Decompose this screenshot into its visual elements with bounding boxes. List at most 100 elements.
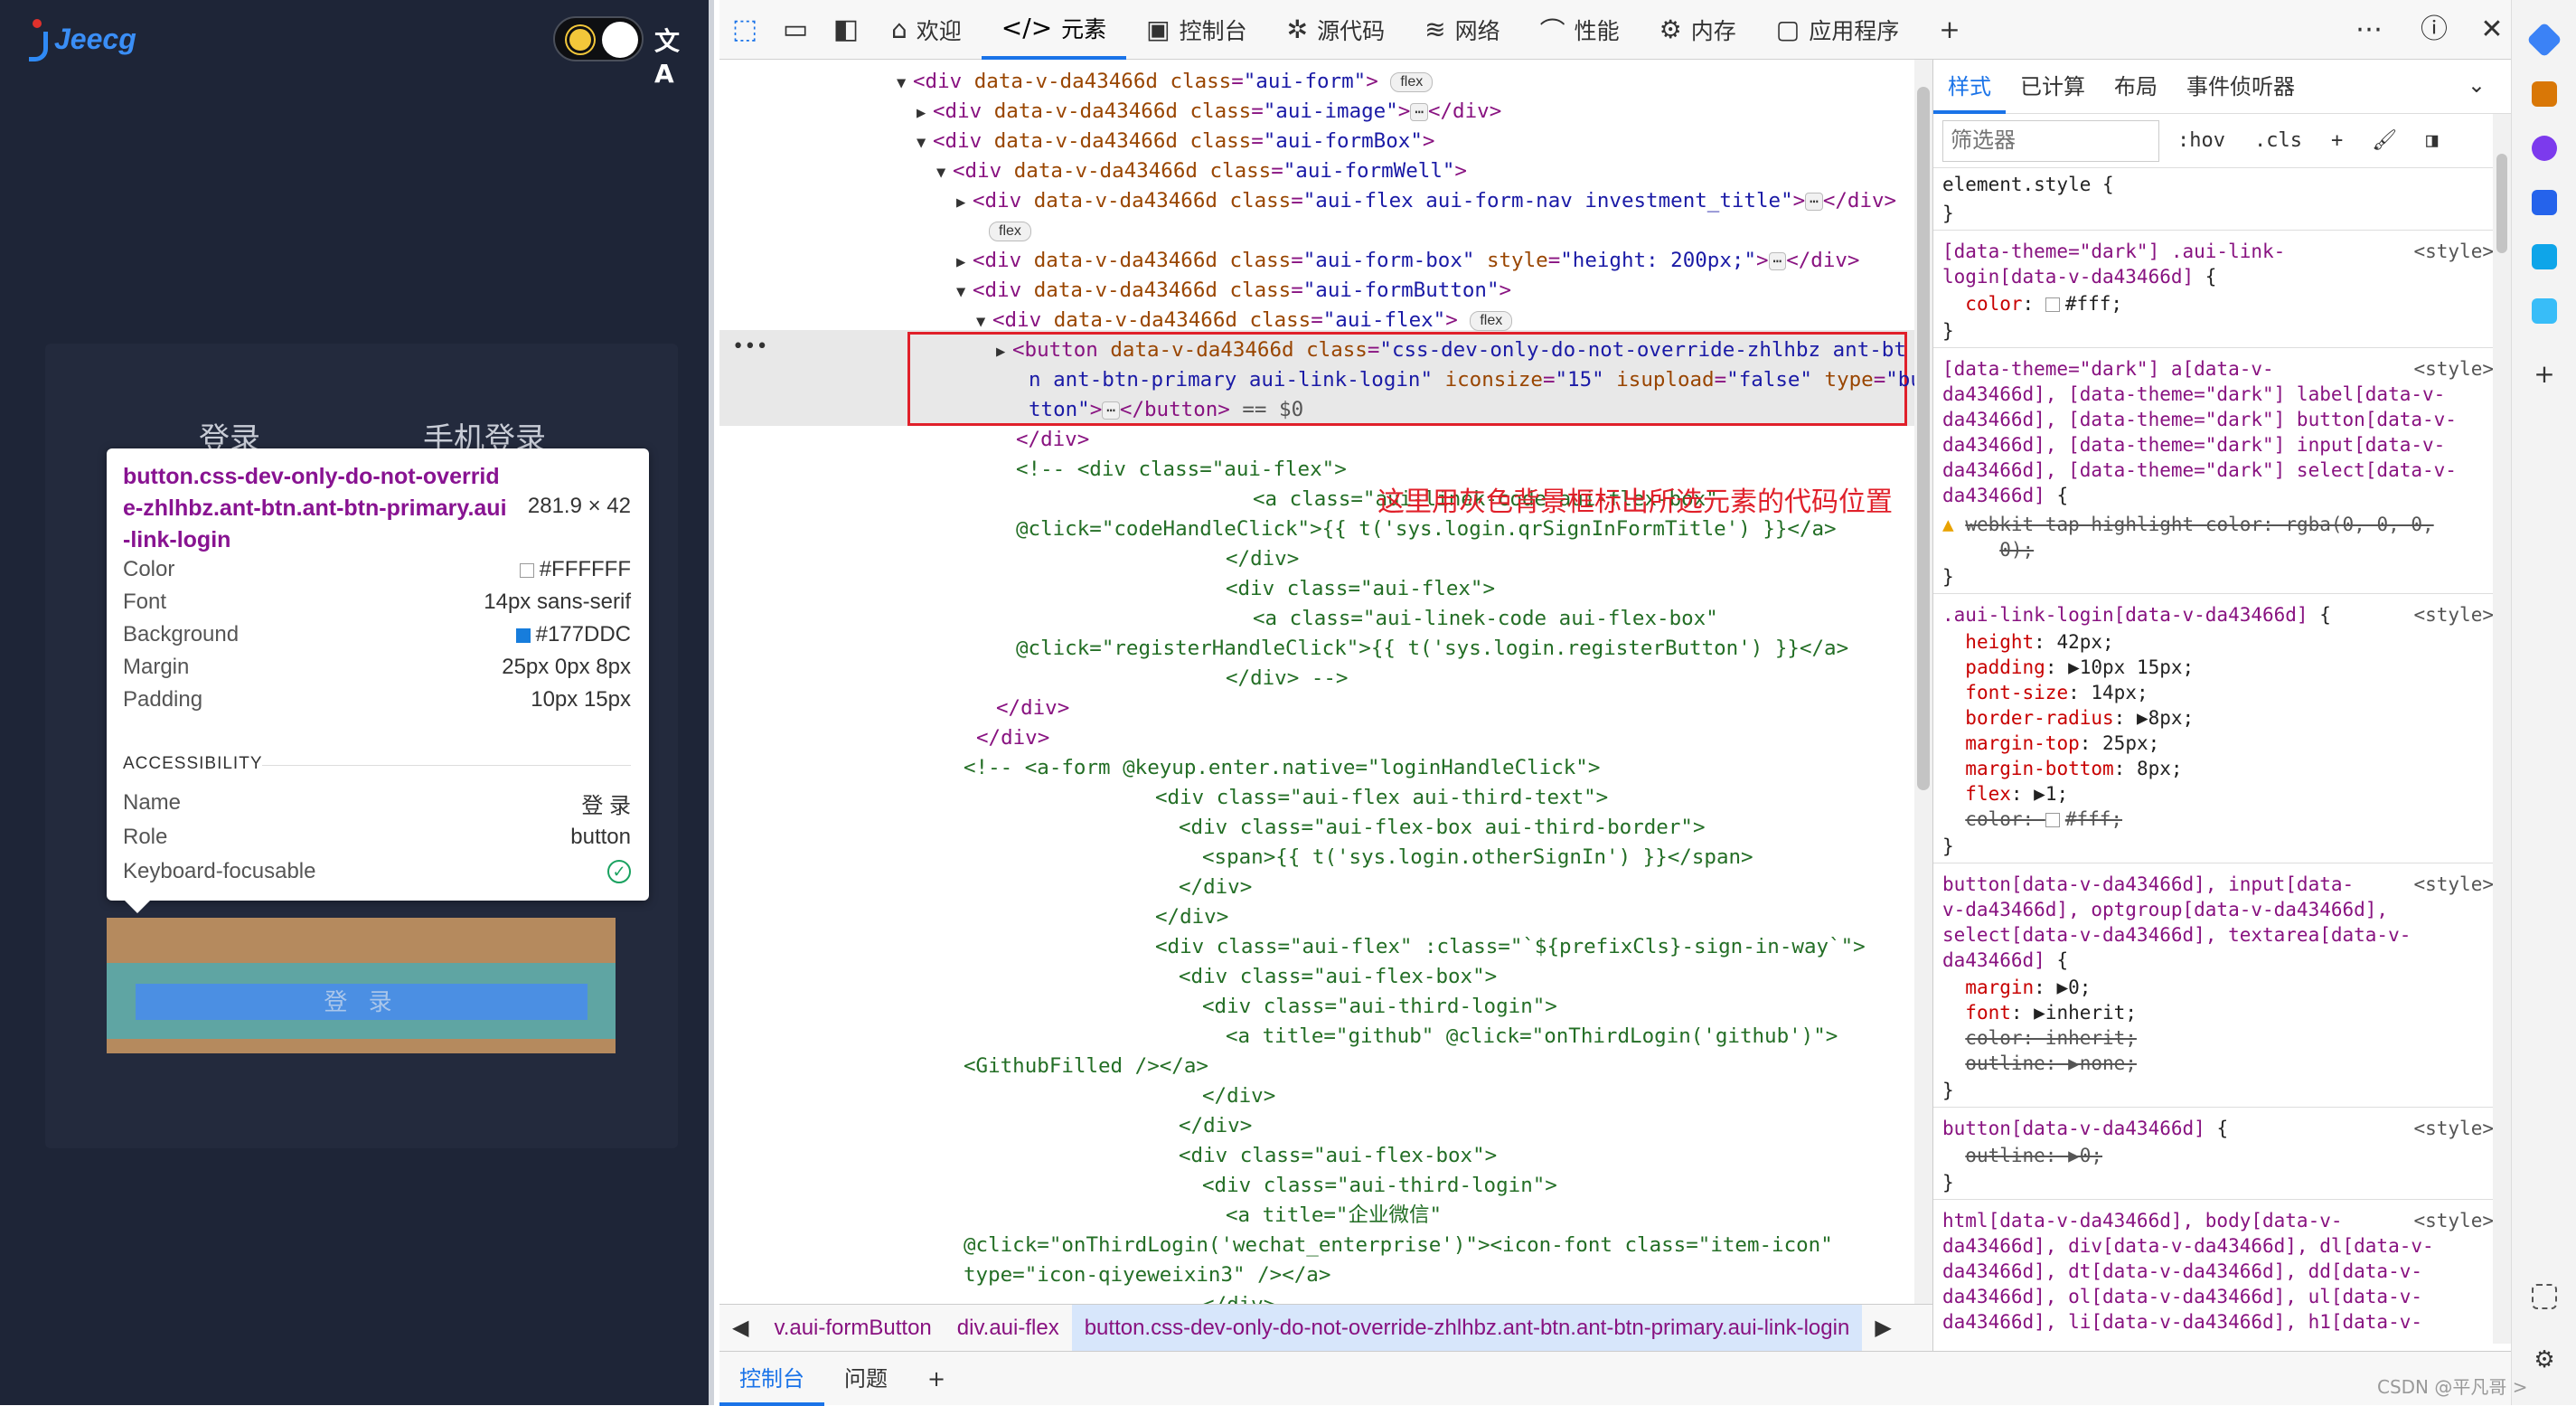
css-rule[interactable]: [data-theme="dark"] a[data-v-: [1942, 356, 2274, 382]
new-rule-icon[interactable]: +: [2320, 129, 2354, 152]
briefcase-icon[interactable]: [2532, 81, 2557, 107]
breadcrumb-scroll-right[interactable]: ▶: [1862, 1315, 1904, 1341]
screenshot-icon[interactable]: [2532, 1284, 2557, 1309]
tab-network[interactable]: ≋ 网络: [1405, 0, 1519, 60]
help-icon[interactable]: ⓘ: [2411, 0, 2457, 60]
selected-button-node[interactable]: ▶ <button data-v-da43466d class="css-dev-…: [996, 335, 1906, 365]
dom-node[interactable]: ▶ <div data-v-da43466d class="aui-form-bo…: [956, 246, 1859, 276]
tab-application[interactable]: ▢ 应用程序: [1756, 0, 1919, 60]
more-icon[interactable]: ⋯: [2346, 0, 2392, 60]
dom-node[interactable]: ▼ <div data-v-da43466d class="aui-formBut…: [956, 276, 1511, 306]
tooltip-row-background: Background #177DDC: [123, 622, 631, 646]
device-toggle-icon[interactable]: ▭: [770, 0, 821, 60]
style-source-link[interactable]: <style>: [2413, 356, 2494, 382]
elements-scroll-thumb[interactable]: [1917, 87, 1930, 790]
drawer-tab-issues[interactable]: 问题: [824, 1352, 907, 1406]
tab-elements[interactable]: </> 元素: [981, 0, 1127, 60]
paint-icon[interactable]: 🖌: [2361, 129, 2408, 152]
comment-node: <GithubFilled /></a>: [964, 1054, 1208, 1078]
translate-icon[interactable]: 文A: [654, 25, 687, 89]
style-source-link[interactable]: <style>: [2413, 1208, 2494, 1233]
comment-node: </div>: [1179, 1114, 1253, 1137]
login-button[interactable]: 登 录: [136, 984, 588, 1020]
css-rule[interactable]: button[data-v-da43466d] {: [1942, 1116, 2228, 1141]
tab-console[interactable]: ▣ 控制台: [1126, 0, 1266, 60]
flex-badge[interactable]: flex: [989, 216, 1031, 246]
style-source-link[interactable]: <style>: [2413, 602, 2494, 628]
annotation-text: 这里用灰色背景框标出所选元素的代码位置: [1377, 486, 1893, 518]
tab-sources[interactable]: ✲ 源代码: [1267, 0, 1405, 60]
add-icon[interactable]: +: [2532, 362, 2557, 387]
sidebar-icon[interactable]: ◨: [2415, 129, 2449, 152]
chevron-down-icon[interactable]: ⌄: [2468, 72, 2486, 98]
drawer-add-icon[interactable]: +: [907, 1352, 965, 1406]
tab-layout[interactable]: 布局: [2100, 60, 2172, 114]
tab-performance[interactable]: ⌒ 性能: [1520, 0, 1640, 60]
inspect-element-icon[interactable]: ⬚: [719, 0, 770, 60]
selected-button-node-cont: n ant-btn-primary aui-link-login" iconsi…: [1029, 368, 1923, 392]
dom-node[interactable]: </div>: [996, 694, 1069, 723]
class-toggle-button[interactable]: .cls: [2243, 129, 2313, 152]
dom-node[interactable]: ▼ <div data-v-da43466d class="aui-flex"> …: [976, 306, 1513, 335]
style-source-link[interactable]: <style>: [2413, 239, 2494, 264]
elements-tree[interactable]: ••• ▼ <div data-v-da43466d class="aui-for…: [719, 60, 1932, 1304]
style-source-link[interactable]: <style>: [2413, 872, 2494, 897]
copilot-icon[interactable]: [2532, 190, 2557, 215]
chip-icon: ⚙: [1659, 14, 1682, 44]
tab-styles[interactable]: 样式: [1933, 60, 2006, 114]
plus-icon: +: [1939, 14, 1960, 44]
comment-node[interactable]: <!-- <a-form @keyup.enter.native="loginH…: [964, 753, 1600, 783]
comment-node: @click="onThirdLogin('wechat_enterprise'…: [964, 1233, 1833, 1257]
tab-computed[interactable]: 已计算: [2006, 60, 2100, 114]
wifi-icon: ≋: [1424, 14, 1446, 44]
person-icon[interactable]: [2532, 136, 2557, 161]
outlook-icon[interactable]: [2532, 244, 2557, 269]
drawer-tabs: 控制台 问题 +: [719, 1351, 2576, 1406]
hover-state-button[interactable]: :hov: [2167, 129, 2236, 152]
breadcrumb-item[interactable]: div.aui-flex: [945, 1316, 1072, 1341]
selected-button-node-end: tton"> ⋯ </button> == $0: [1029, 398, 1304, 421]
dom-node[interactable]: ▼ <div data-v-da43466d class="aui-form"> …: [897, 67, 1434, 97]
breadcrumb-scroll-left[interactable]: ◀: [719, 1315, 761, 1341]
dom-node[interactable]: ▶ <div data-v-da43466d class="aui-flex au…: [956, 186, 1896, 216]
comment-node: <div class="aui-flex-box aui-third-borde…: [1179, 816, 1706, 839]
dom-node[interactable]: </div>: [1016, 425, 1089, 455]
styles-filter-input[interactable]: [1942, 119, 2159, 162]
css-rule[interactable]: .aui-link-login[data-v-da43466d] {: [1942, 602, 2331, 628]
settings-gear-icon[interactable]: ⚙: [2532, 1347, 2557, 1373]
dom-node[interactable]: ▼ <div data-v-da43466d class="aui-formWel…: [936, 156, 1467, 186]
style-source-link[interactable]: <style>: [2413, 1116, 2494, 1141]
drawer-tab-console[interactable]: 控制台: [719, 1352, 824, 1406]
close-icon[interactable]: ✕: [2469, 0, 2515, 60]
dom-node[interactable]: ▶ <div data-v-da43466d class="aui-image">…: [917, 97, 1501, 127]
node-actions-icon[interactable]: •••: [732, 333, 768, 363]
comment-node[interactable]: <!-- <div class="aui-flex">: [1016, 455, 1347, 485]
comment-node: <a title="github" @click="onThirdLogin('…: [1226, 1024, 1838, 1048]
dom-node[interactable]: </div>: [976, 723, 1049, 753]
styles-scroll-thumb[interactable]: [2496, 154, 2507, 253]
comment-node: </div> -->: [1226, 666, 1349, 690]
page-preview: Jeecg 文A 登录 手机登录 登 录 button.css-dev-only…: [0, 0, 714, 1405]
breadcrumb-item[interactable]: v.aui-formButton: [761, 1316, 944, 1341]
tag-icon[interactable]: [2526, 22, 2562, 58]
css-rule[interactable]: html[data-v-da43466d], body[data-v-: [1942, 1208, 2343, 1233]
add-tab-button[interactable]: +: [1919, 0, 1979, 60]
dom-node[interactable]: ▼ <div data-v-da43466d class="aui-formBox…: [917, 127, 1434, 156]
css-rule[interactable]: [data-theme="dark"] .aui-link-: [1942, 239, 2285, 264]
styles-scrollbar[interactable]: [2493, 114, 2511, 1344]
tab-memory[interactable]: ⚙ 内存: [1640, 0, 1756, 60]
breadcrumb-item-selected[interactable]: button.css-dev-only-do-not-override-zhlh…: [1071, 1304, 1863, 1352]
css-rule[interactable]: element.style {: [1942, 172, 2114, 197]
css-rule[interactable]: button[data-v-da43466d], input[data-: [1942, 872, 2354, 897]
sidebar-toggle-icon[interactable]: ◧: [821, 0, 871, 60]
tab-event-listeners[interactable]: 事件侦听器: [2172, 60, 2309, 114]
send-icon[interactable]: [2532, 298, 2557, 324]
styles-pane: 样式 已计算 布局 事件侦听器 ⌄ :hov .cls + 🖌 ◨ elemen…: [1932, 60, 2511, 1351]
comment-node: </div>: [1202, 1290, 1275, 1304]
jeecg-logo[interactable]: Jeecg: [27, 14, 136, 63]
gauge-icon: ⌒: [1539, 15, 1565, 46]
tooltip-row-margin: Margin 25px 0px 8px: [123, 655, 631, 679]
theme-toggle[interactable]: [553, 16, 644, 61]
tooltip-row-role: Role button: [123, 825, 631, 849]
tab-welcome[interactable]: ⌂ 欢迎: [871, 0, 982, 60]
